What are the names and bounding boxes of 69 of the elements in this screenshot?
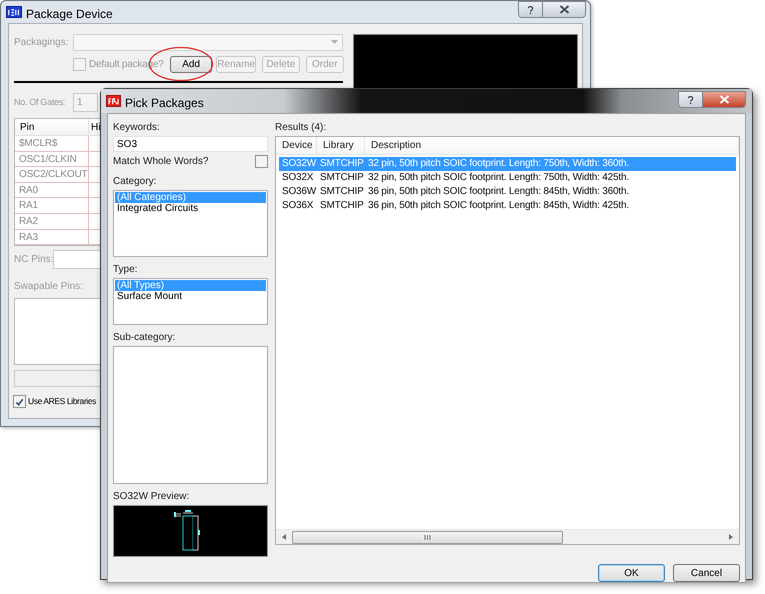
table-cell-text: SMTCHIP [319, 171, 365, 185]
table-cell-text: SO36W [281, 185, 317, 199]
close-icon [718, 95, 730, 104]
table-cell: $MCLR$ [15, 136, 89, 151]
field-label: SO32W Preview: [113, 490, 190, 503]
column-header[interactable]: Device [276, 137, 317, 154]
right-arrow-icon [729, 534, 733, 540]
field-label: Results (4): [275, 121, 328, 134]
window-title: Pick Packages [125, 95, 204, 112]
field-label: Type: [113, 263, 138, 276]
table-cell-text: SMTCHIP [319, 157, 365, 171]
horizontal-scrollbar[interactable] [276, 529, 739, 544]
table-cell-text: 36 pin, 50th pitch SOIC footprint. Length: 845th, Width: 425th. [367, 199, 630, 213]
dropdown[interactable] [73, 34, 343, 50]
table-cell: RA2 [15, 214, 89, 229]
checkbox[interactable] [73, 58, 86, 71]
checkbox-label: Use ARES Libraries [28, 395, 96, 408]
list-box[interactable]: (All Categories) Integrated Circuits [113, 190, 268, 257]
table-row[interactable]: SO36W SMTCHIP 36 pin, 50th pitch SOIC footprint. Length: 845th, Width: 360th. [279, 185, 736, 199]
left-arrow-icon [282, 534, 286, 540]
field-label: Sub-category: [113, 331, 176, 344]
table-cell-text: 32 pin, 50th pitch SOIC footprint. Length: 750th, Width: 360th. [367, 157, 630, 171]
close-icon [558, 5, 570, 14]
table-cell: RA1 [15, 198, 89, 213]
checkbox[interactable] [255, 154, 268, 168]
table-row[interactable]: SO32X SMTCHIP 32 pin, 50th pitch SOIC footprint. Length: 750th, Width: 425th. [279, 171, 736, 185]
list-box[interactable]: (All Types) Surface Mount [113, 278, 268, 325]
table-cell-text: SO32W [281, 157, 317, 171]
column-header[interactable]: Hi [89, 119, 101, 135]
table-cell-text: SO32X [281, 171, 314, 185]
input-field[interactable]: SO3 [113, 136, 268, 152]
table-cell-text: SMTCHIP [319, 185, 365, 199]
help-icon [527, 4, 534, 14]
window-title: Package Device [26, 6, 113, 23]
dialog-button[interactable]: OK [598, 564, 665, 582]
field-label: Swapable Pins: [14, 280, 83, 294]
column-header[interactable]: Library [317, 137, 365, 154]
checkbox-label: Match Whole Words? [113, 154, 208, 168]
column-header[interactable]: Description [365, 137, 739, 154]
list-item[interactable]: Integrated Circuits [115, 203, 266, 214]
list-item[interactable]: Surface Mount [115, 291, 266, 302]
close-button[interactable] [703, 92, 745, 107]
column-header[interactable]: Pin [15, 119, 89, 135]
table-cell-text: SMTCHIP [319, 199, 365, 213]
help-button[interactable] [519, 2, 543, 17]
close-button[interactable] [543, 2, 585, 17]
grip-icon [424, 534, 431, 540]
table-cell-text: 36 pin, 50th pitch SOIC footprint. Length: 845th, Width: 360th. [367, 185, 630, 199]
field-label: Packagings: [14, 36, 70, 50]
dialog-button[interactable]: Cancel [673, 564, 740, 582]
table-cell: RA3 [15, 230, 89, 244]
table-cell: OSC1/CLKIN [15, 152, 89, 166]
table-row[interactable]: SO36X SMTCHIP 36 pin, 50th pitch SOIC footprint. Length: 845th, Width: 425th. [279, 199, 736, 213]
field-label: NC Pins: [14, 253, 53, 267]
help-button[interactable] [679, 92, 703, 107]
footprint-drawing [174, 510, 200, 550]
help-icon [687, 94, 694, 104]
table-cell: OSC2/CLKOUT [15, 167, 89, 182]
field-label: Keywords: [113, 121, 161, 134]
caret-icon [331, 40, 338, 44]
checkbox[interactable] [13, 395, 26, 408]
table-cell-text: SO36X [281, 199, 314, 213]
field-label: Category: [113, 175, 158, 188]
table-cell: RA0 [15, 182, 89, 198]
table-cell-text: 32 pin, 50th pitch SOIC footprint. Length: 750th, Width: 425th. [367, 171, 630, 185]
field-label: No. Of Gates: [14, 96, 66, 109]
list-box[interactable] [113, 346, 268, 484]
dialog-button[interactable]: Add [170, 56, 212, 73]
scrollbar-thumb[interactable] [292, 530, 563, 544]
